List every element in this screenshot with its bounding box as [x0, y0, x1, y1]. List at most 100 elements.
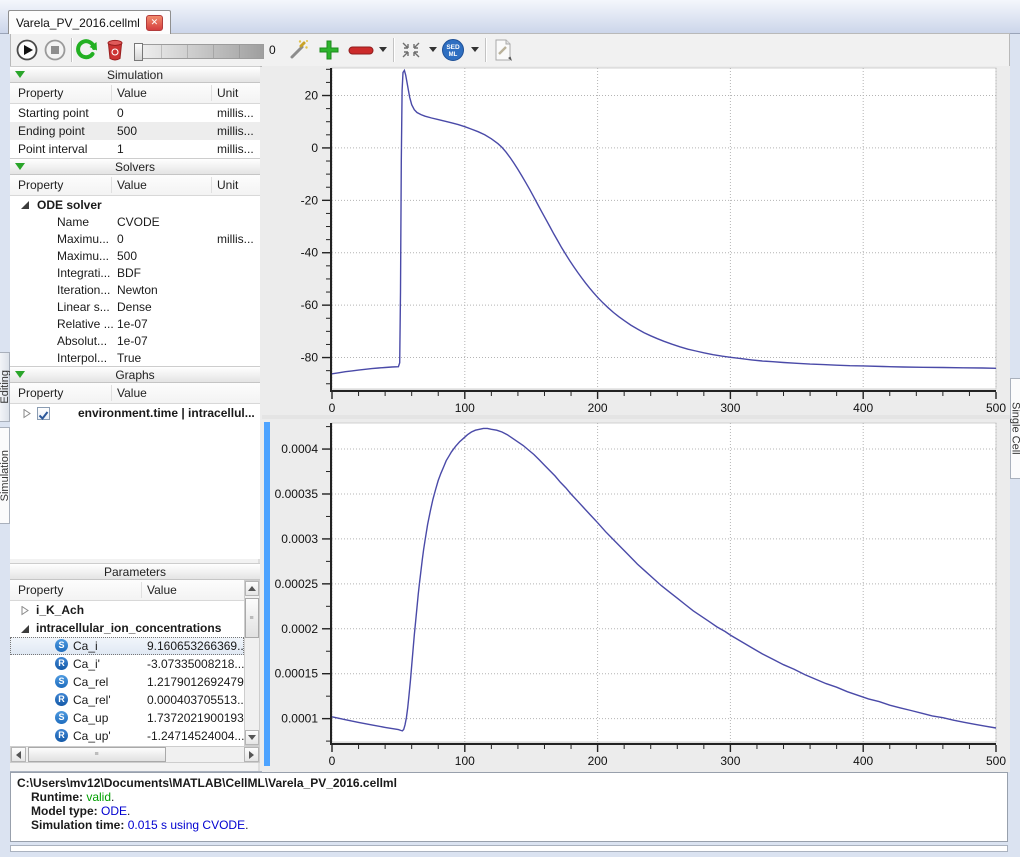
- parameters-column-header: Property Value: [10, 580, 244, 601]
- property-row[interactable]: Starting point0millis...: [10, 104, 260, 122]
- property-row[interactable]: NameCVODE: [10, 214, 260, 231]
- scroll-right-button[interactable]: [244, 747, 259, 762]
- view-tab-single-cell[interactable]: Single Cell: [1010, 378, 1020, 479]
- sedml-export-button[interactable]: SEDML: [441, 38, 465, 62]
- mode-tab-editing[interactable]: Editing: [0, 352, 10, 422]
- rate-variable-icon: R: [55, 657, 68, 670]
- tree-collapsed-icon[interactable]: [22, 409, 32, 419]
- file-tab[interactable]: Varela_PV_2016.cellml ✕: [8, 10, 171, 34]
- parameter-row[interactable]: SCa_rel1.21790126924798: [10, 673, 244, 691]
- cellml-export-button[interactable]: [491, 38, 515, 62]
- tree-collapsed-icon[interactable]: [20, 606, 30, 616]
- svg-text:-40: -40: [301, 246, 319, 260]
- svg-text:0.00035: 0.00035: [275, 487, 319, 501]
- mode-tab-simulation[interactable]: Simulation: [0, 427, 10, 524]
- parameter-row[interactable]: RCa_rel'0.000403705513...: [10, 691, 244, 709]
- parameter-group-row[interactable]: intracellular_ion_concentrations: [10, 619, 244, 637]
- property-row[interactable]: Linear s...Dense: [10, 299, 260, 316]
- graph-panel-ca-i[interactable]: 0.00040.000350.00030.000250.00020.000150…: [262, 419, 1010, 768]
- tree-expanded-icon[interactable]: [20, 624, 30, 634]
- graph-panels: 200-20-40-60-800100200300400500 0.00040.…: [262, 66, 1010, 772]
- mode-tab-editing-label: Editing: [0, 370, 11, 404]
- svg-text:0.0004: 0.0004: [281, 442, 318, 456]
- delay-value: 0: [269, 43, 276, 57]
- trash-icon: [105, 38, 125, 62]
- sedml-export-dropdown-arrow[interactable]: [471, 47, 479, 52]
- svg-text:-20: -20: [301, 193, 319, 207]
- svg-text:200: 200: [588, 754, 608, 768]
- state-variable-icon: S: [55, 675, 68, 688]
- property-row[interactable]: Iteration...Newton: [10, 282, 260, 299]
- parameters-tree: i_K_Achintracellular_ion_concentrationsS…: [10, 601, 244, 746]
- development-mode-button[interactable]: [287, 38, 311, 62]
- opencor-window: Varela_PV_2016.cellml ✕ 0: [0, 0, 1020, 857]
- mode-tab-simulation-label: Simulation: [0, 450, 11, 501]
- collapse-triangle-icon[interactable]: [15, 371, 25, 378]
- property-row[interactable]: Point interval1millis...: [10, 140, 260, 158]
- simulation-section-header[interactable]: Simulation: [10, 66, 260, 83]
- solvers-section-header[interactable]: Solvers: [10, 158, 260, 175]
- solver-group-row[interactable]: ODE solver: [10, 196, 260, 214]
- active-panel-marker: [264, 422, 270, 766]
- parameters-vscrollbar[interactable]: ≡: [244, 580, 260, 746]
- simulation-delay-slider[interactable]: [134, 44, 264, 59]
- parameter-row[interactable]: RCa_up'-1.24714524004...: [10, 727, 244, 745]
- plus-icon: [317, 38, 341, 62]
- parameter-row[interactable]: RCa_i'-3.07335008218...: [10, 655, 244, 673]
- property-row[interactable]: Interpol...True: [10, 350, 260, 366]
- scroll-up-button[interactable]: [245, 581, 259, 596]
- parameter-row[interactable]: SCa_i9.160653266369...: [10, 637, 244, 655]
- property-row[interactable]: Maximu...0millis...: [10, 231, 260, 248]
- toolbar-separator: [485, 38, 487, 62]
- parameter-group-row[interactable]: i_K_Ach: [10, 601, 244, 619]
- property-row[interactable]: Relative ...1e-07: [10, 316, 260, 333]
- simulation-properties: Starting point0millis...Ending point500m…: [10, 104, 260, 158]
- svg-text:400: 400: [853, 401, 873, 415]
- state-variable-icon: S: [55, 711, 68, 724]
- tree-expanded-icon[interactable]: [20, 200, 30, 210]
- graph-panel-voltage[interactable]: 200-20-40-60-800100200300400500: [262, 66, 1010, 415]
- graph-checkbox[interactable]: [37, 407, 50, 420]
- svg-text:200: 200: [588, 401, 608, 415]
- svg-text:100: 100: [455, 401, 475, 415]
- state-variable-icon: S: [55, 639, 68, 652]
- hscroll-thumb[interactable]: ≡: [28, 747, 166, 762]
- slider-handle[interactable]: [134, 43, 143, 61]
- remove-graph-panel-button[interactable]: [347, 38, 375, 62]
- graphs-section-header[interactable]: Graphs: [10, 366, 260, 383]
- parameters-hscrollbar[interactable]: ≡: [10, 746, 260, 763]
- status-line: Model type: ODE.: [17, 804, 1001, 818]
- svg-text:0.0001: 0.0001: [281, 712, 318, 726]
- collapse-triangle-icon[interactable]: [15, 71, 25, 78]
- reset-parameters-button[interactable]: [75, 38, 99, 62]
- property-row[interactable]: Maximu...500: [10, 248, 260, 265]
- ca-i-chart[interactable]: 0.00040.000350.00030.000250.00020.000150…: [262, 419, 1010, 772]
- remove-graph-panel-dropdown-arrow[interactable]: [379, 47, 387, 52]
- property-row[interactable]: Absolut...1e-07: [10, 333, 260, 350]
- graph-panel-actions-dropdown-arrow[interactable]: [429, 47, 437, 52]
- tab-close-icon[interactable]: ✕: [146, 15, 163, 31]
- graph-row[interactable]: environment.time | intracellul...: [10, 404, 260, 423]
- export-document-icon: [491, 38, 515, 62]
- solvers-column-header: Property Value Unit: [10, 175, 260, 196]
- run-button[interactable]: [15, 38, 39, 62]
- property-row[interactable]: Ending point500millis...: [10, 122, 260, 140]
- property-row[interactable]: Integrati...BDF: [10, 265, 260, 282]
- svg-text:-60: -60: [301, 298, 319, 312]
- stop-button[interactable]: [43, 38, 67, 62]
- add-graph-panel-button[interactable]: [317, 38, 341, 62]
- toolbar-separator: [71, 38, 73, 62]
- graph-panel-actions-button[interactable]: [399, 38, 423, 62]
- voltage-chart[interactable]: 200-20-40-60-800100200300400500: [262, 66, 1010, 415]
- clear-simulation-data-button[interactable]: [103, 38, 127, 62]
- simulation-section-title: Simulation: [107, 68, 163, 82]
- svg-text:20: 20: [305, 89, 319, 103]
- collapse-triangle-icon[interactable]: [15, 163, 25, 170]
- parameter-row[interactable]: SCa_up1.7372021900193: [10, 709, 244, 727]
- svg-text:ML: ML: [449, 52, 458, 58]
- rate-variable-icon: R: [55, 693, 68, 706]
- vscroll-thumb[interactable]: ≡: [245, 598, 259, 638]
- scroll-down-button[interactable]: [245, 730, 259, 745]
- scroll-left-button[interactable]: [11, 747, 26, 762]
- parameters-section-header: Parameters: [10, 563, 260, 580]
